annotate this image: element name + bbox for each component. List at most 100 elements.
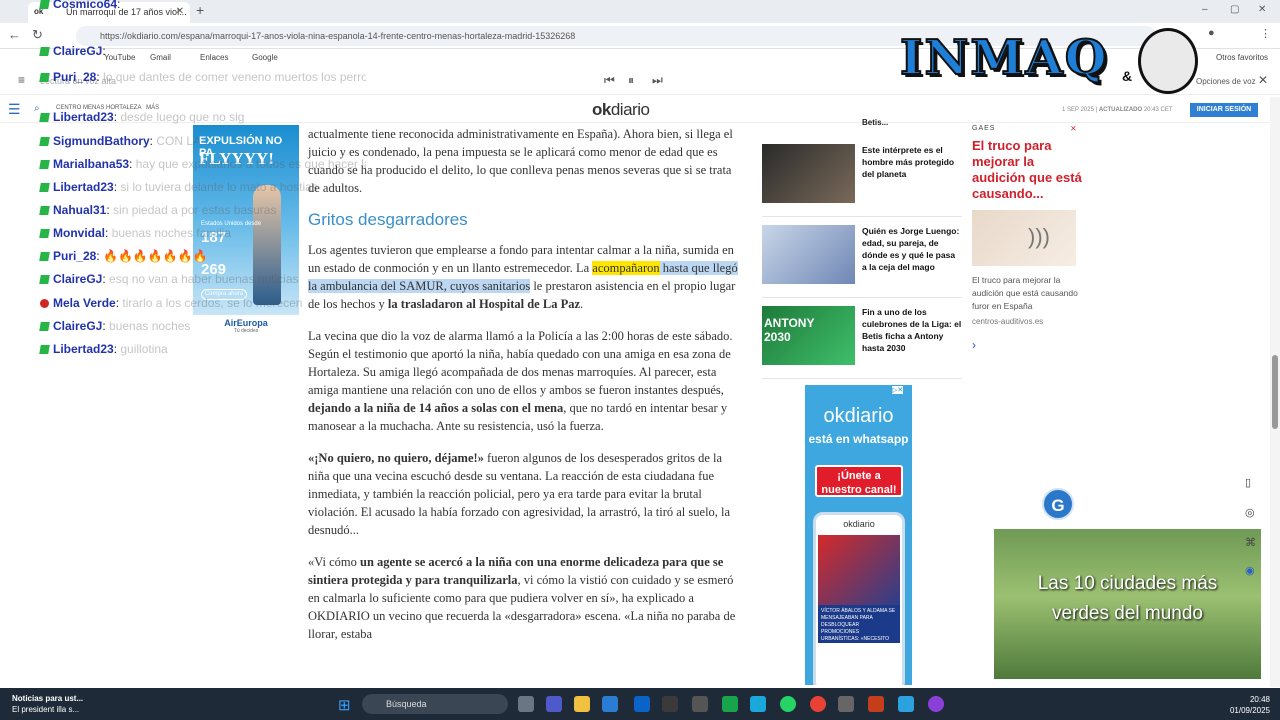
chat-message: Libertad23: si lo tuviera delante lo mat…	[39, 180, 318, 194]
read-aloud-icon[interactable]: ≡	[18, 73, 25, 87]
highlight-current-word: acompañaron	[592, 261, 660, 275]
chevron-right-icon[interactable]: ›	[972, 338, 1082, 352]
ad-image[interactable]: )))	[972, 210, 1076, 266]
chat-message: Puri_28: 🔥🔥🔥🔥🔥🔥🔥	[39, 249, 208, 263]
article-paragraph: Los agentes tuvieron que emplearse a fon…	[308, 243, 738, 311]
ad-choices-icon[interactable]: ⨯	[1070, 124, 1077, 133]
article-body: actualmente tiene reconocida administrat…	[308, 125, 738, 657]
ad-info-icon[interactable]: ▷✕	[892, 386, 904, 394]
telegram-icon[interactable]	[898, 696, 914, 712]
store-icon[interactable]	[602, 696, 618, 712]
gaes-ad[interactable]: GAES El truco para mejorar la audición q…	[972, 125, 1082, 352]
banner-subtitle: está en whatsapp	[808, 432, 909, 446]
whatsapp-icon[interactable]	[780, 696, 796, 712]
news-item[interactable]: Este intérprete es el hombre más protegi…	[762, 144, 962, 217]
obs-icon[interactable]	[662, 696, 678, 712]
edge-icon[interactable]	[750, 696, 766, 712]
app-icon[interactable]	[838, 696, 854, 712]
video-ad[interactable]: Las 10 ciudades más verdes del mundo	[994, 529, 1261, 679]
okdiario-logo[interactable]: okdiario	[592, 100, 650, 120]
sub-badge-icon	[39, 137, 50, 147]
article-paragraph: actualmente tiene reconocida administrat…	[308, 127, 733, 195]
news-thumbnail	[762, 144, 855, 203]
news-item[interactable]: Quién es Jorge Luengo: edad, su pareja, …	[762, 225, 962, 298]
taskbar-clock[interactable]: 20:48 01/09/2025	[1222, 694, 1270, 716]
app-icon[interactable]	[928, 696, 944, 712]
chat-message: Monvidal: buenas noches familia	[39, 226, 231, 240]
article-paragraph: «Vi cómo un agente se acercó a la niña c…	[308, 555, 736, 641]
teams-icon[interactable]	[546, 696, 562, 712]
outlook-icon[interactable]	[634, 696, 650, 712]
close-window-icon[interactable]: ✕	[1258, 4, 1266, 15]
bookmark-icon[interactable]: ▯	[1245, 476, 1251, 489]
fire-emotes: 🔥🔥🔥🔥🔥🔥🔥	[103, 249, 208, 263]
article-paragraph: La vecina que dio la voz de alarma llamó…	[308, 329, 733, 433]
chat-message: Nahual31: sin piedad a por estas basuras	[39, 203, 276, 217]
article-subheading: Gritos desgarradores	[308, 210, 468, 229]
banner-logo: okdiario	[823, 405, 894, 427]
task-view-icon[interactable]	[518, 696, 534, 712]
taskbar-search[interactable]: Búsqueda	[362, 694, 508, 714]
other-bookmarks[interactable]: Otros favoritos	[1216, 53, 1268, 62]
video-caption-line: Las 10 ciudades más	[1037, 573, 1218, 594]
ad-title[interactable]: El truco para mejorar la audición que es…	[972, 138, 1082, 202]
hamburger-menu-icon[interactable]: ☰	[8, 101, 21, 118]
news-thumbnail: ANTONY 2030	[762, 306, 855, 365]
page-scrollbar[interactable]	[1270, 97, 1280, 687]
phone-mockup: okdiario VÍCTOR ÁBALOS Y ALDAMA SE MENSA…	[813, 512, 905, 685]
sub-badge-icon	[39, 0, 50, 10]
news-fragment[interactable]: Betis...	[762, 118, 962, 136]
assistant-icon[interactable]: ◉	[1245, 564, 1255, 577]
hearing-icon: )))	[1028, 224, 1050, 249]
pause-icon[interactable]: ⏸	[628, 73, 634, 88]
previous-paragraph-icon[interactable]: ⏮	[604, 73, 615, 88]
maximize-icon[interactable]: ▢	[1230, 4, 1239, 15]
minimize-icon[interactable]: –	[1202, 4, 1208, 15]
app-icon[interactable]	[722, 696, 738, 712]
g-badge-icon[interactable]: G	[1042, 488, 1074, 520]
date-updated: 1 SEP 2025 | ACTUALIZADO 20:43 CET	[1062, 107, 1173, 113]
channel-logo-text: INMAQ	[899, 29, 1109, 87]
chat-message: ClaireGJ: esq no van a haber buenas noti…	[39, 272, 299, 286]
close-read-aloud-icon[interactable]: ✕	[1258, 73, 1268, 87]
windows-start-icon[interactable]: ⊞	[338, 696, 351, 714]
sub-badge-icon	[39, 113, 50, 123]
join-channel-button[interactable]: ¡Únete a nuestro canal!	[815, 465, 903, 497]
ad-url[interactable]: centros-auditivos.es	[972, 317, 1082, 326]
file-explorer-icon[interactable]	[574, 696, 590, 712]
sub-badge-icon	[39, 47, 50, 57]
sub-badge-icon	[39, 275, 50, 285]
back-icon[interactable]: ←	[8, 27, 21, 42]
sub-badge-icon	[39, 206, 50, 216]
news-title[interactable]: Este intérprete es el hombre más protegi…	[862, 144, 962, 180]
news-title[interactable]: Quién es Jorge Luengo: edad, su pareja, …	[862, 225, 962, 273]
location-icon[interactable]: ◎	[1245, 506, 1255, 519]
chat-message: Marialbana53: hay que expulsarlos a todo…	[39, 157, 366, 171]
chat-message: ClaireGJ: buenas noches	[39, 319, 190, 333]
red-badge-icon	[40, 299, 49, 309]
app-icon[interactable]	[692, 696, 708, 712]
news-widget[interactable]: Noticias para ust... El president illa s.…	[12, 693, 83, 715]
stream-chat-overlay: Cosmico64: ClaireGJ: Puri_28: lo que dan…	[36, 0, 366, 372]
okdiario-whatsapp-banner[interactable]: okdiario está en whatsapp ¡Únete a nuest…	[805, 385, 912, 685]
related-news-sidebar: Betis... Este intérprete es el hombre má…	[762, 118, 962, 379]
ad-advertiser: GAES	[972, 125, 996, 132]
next-paragraph-icon[interactable]: ⏭	[652, 73, 663, 88]
sub-badge-icon	[39, 345, 50, 355]
chrome-icon[interactable]	[810, 696, 826, 712]
channel-logo: INMAQ &	[899, 26, 1200, 104]
sub-badge-icon	[39, 322, 50, 332]
ad-text[interactable]: El truco para mejorar la audición que es…	[972, 274, 1082, 313]
login-button[interactable]: INICIAR SESIÓN	[1190, 103, 1258, 117]
scrollbar-thumb[interactable]	[1272, 355, 1278, 429]
menu-dots-icon[interactable]: ⋮	[1260, 27, 1271, 40]
powerpoint-icon[interactable]	[868, 696, 884, 712]
command-icon[interactable]: ⌘	[1245, 536, 1256, 549]
chat-message: Libertad23: guillotina	[39, 342, 168, 356]
chat-message: Puri_28: lo que dantes de comer veneno m…	[39, 70, 366, 84]
voice-options[interactable]: Opciones de voz	[1196, 77, 1256, 86]
seal-icon	[1138, 28, 1198, 94]
profile-icon[interactable]: ●	[1208, 27, 1215, 39]
news-title[interactable]: Fin a uno de los culebrones de la Liga: …	[862, 306, 962, 354]
news-item[interactable]: ANTONY 2030 Fin a uno de los culebrones …	[762, 306, 962, 379]
